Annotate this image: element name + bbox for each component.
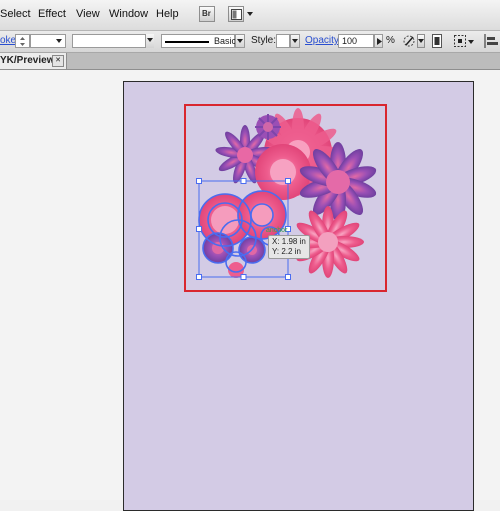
menu-window[interactable]: Window — [109, 8, 148, 20]
variable-width-dropdown[interactable] — [145, 34, 154, 48]
close-icon[interactable]: ✕ — [52, 55, 64, 67]
recolor-options-button[interactable] — [417, 34, 425, 48]
readout-y: Y: 2.2 in — [272, 247, 301, 256]
brush-definition-dropdown[interactable] — [235, 34, 245, 48]
graphic-style-dropdown[interactable] — [290, 34, 300, 48]
style-label: Style: — [251, 35, 277, 46]
variable-width-profile-field[interactable] — [72, 34, 154, 48]
control-panel: oke: Basic Style: Opacity: 100 % — [0, 31, 500, 53]
brush-definition-label: Basic — [214, 36, 237, 46]
document-tab-title: YK/Preview) — [0, 55, 58, 66]
opacity-input[interactable]: 100 — [338, 34, 374, 48]
menu-bar: Select Effect View Window Help Br — [0, 0, 500, 31]
chevron-down-icon — [418, 39, 424, 43]
menu-select[interactable]: Select — [0, 8, 31, 20]
opacity-label[interactable]: Opacity: — [305, 35, 342, 46]
chevron-down-icon — [147, 38, 153, 42]
stepper-arrows-icon — [20, 37, 25, 46]
chevron-down-icon — [292, 39, 298, 43]
arrange-documents-dropdown-icon[interactable] — [247, 12, 253, 16]
menu-view[interactable]: View — [76, 8, 100, 20]
brush-definition-field[interactable]: Basic — [161, 34, 237, 48]
menu-effect[interactable]: Effect — [38, 8, 66, 20]
bridge-button[interactable]: Br — [199, 6, 215, 22]
opacity-value: 100 — [342, 36, 358, 46]
bridge-label: Br — [202, 9, 211, 18]
stroke-weight-field[interactable] — [30, 34, 66, 48]
arrange-documents-button[interactable] — [228, 6, 244, 22]
stroke-weight-stepper[interactable] — [15, 34, 30, 48]
highlight-box — [184, 104, 387, 292]
document-tab-bar — [0, 53, 500, 70]
chevron-right-icon — [377, 38, 382, 45]
position-readout: X: 1.98 in Y: 2.2 in — [268, 235, 310, 259]
transform-dropdown-icon[interactable] — [468, 40, 474, 44]
readout-x: X: 1.98 in — [272, 237, 306, 246]
document-tab[interactable]: YK/Preview) ✕ — [0, 53, 67, 69]
brush-stroke-preview — [165, 41, 209, 43]
arrange-documents-icon — [231, 9, 242, 20]
graphic-style-swatch[interactable] — [276, 34, 290, 48]
transform-reference-icon[interactable] — [453, 34, 467, 48]
align-left-icon[interactable] — [484, 34, 498, 48]
menu-help[interactable]: Help — [156, 8, 179, 20]
opacity-slider-button[interactable] — [374, 34, 383, 48]
isolate-group-icon[interactable] — [432, 34, 442, 48]
stroke-weight-dropdown-icon — [56, 39, 62, 43]
chevron-down-icon — [237, 39, 243, 43]
recolor-artwork-icon[interactable] — [402, 34, 416, 48]
percent-symbol: % — [386, 35, 395, 46]
